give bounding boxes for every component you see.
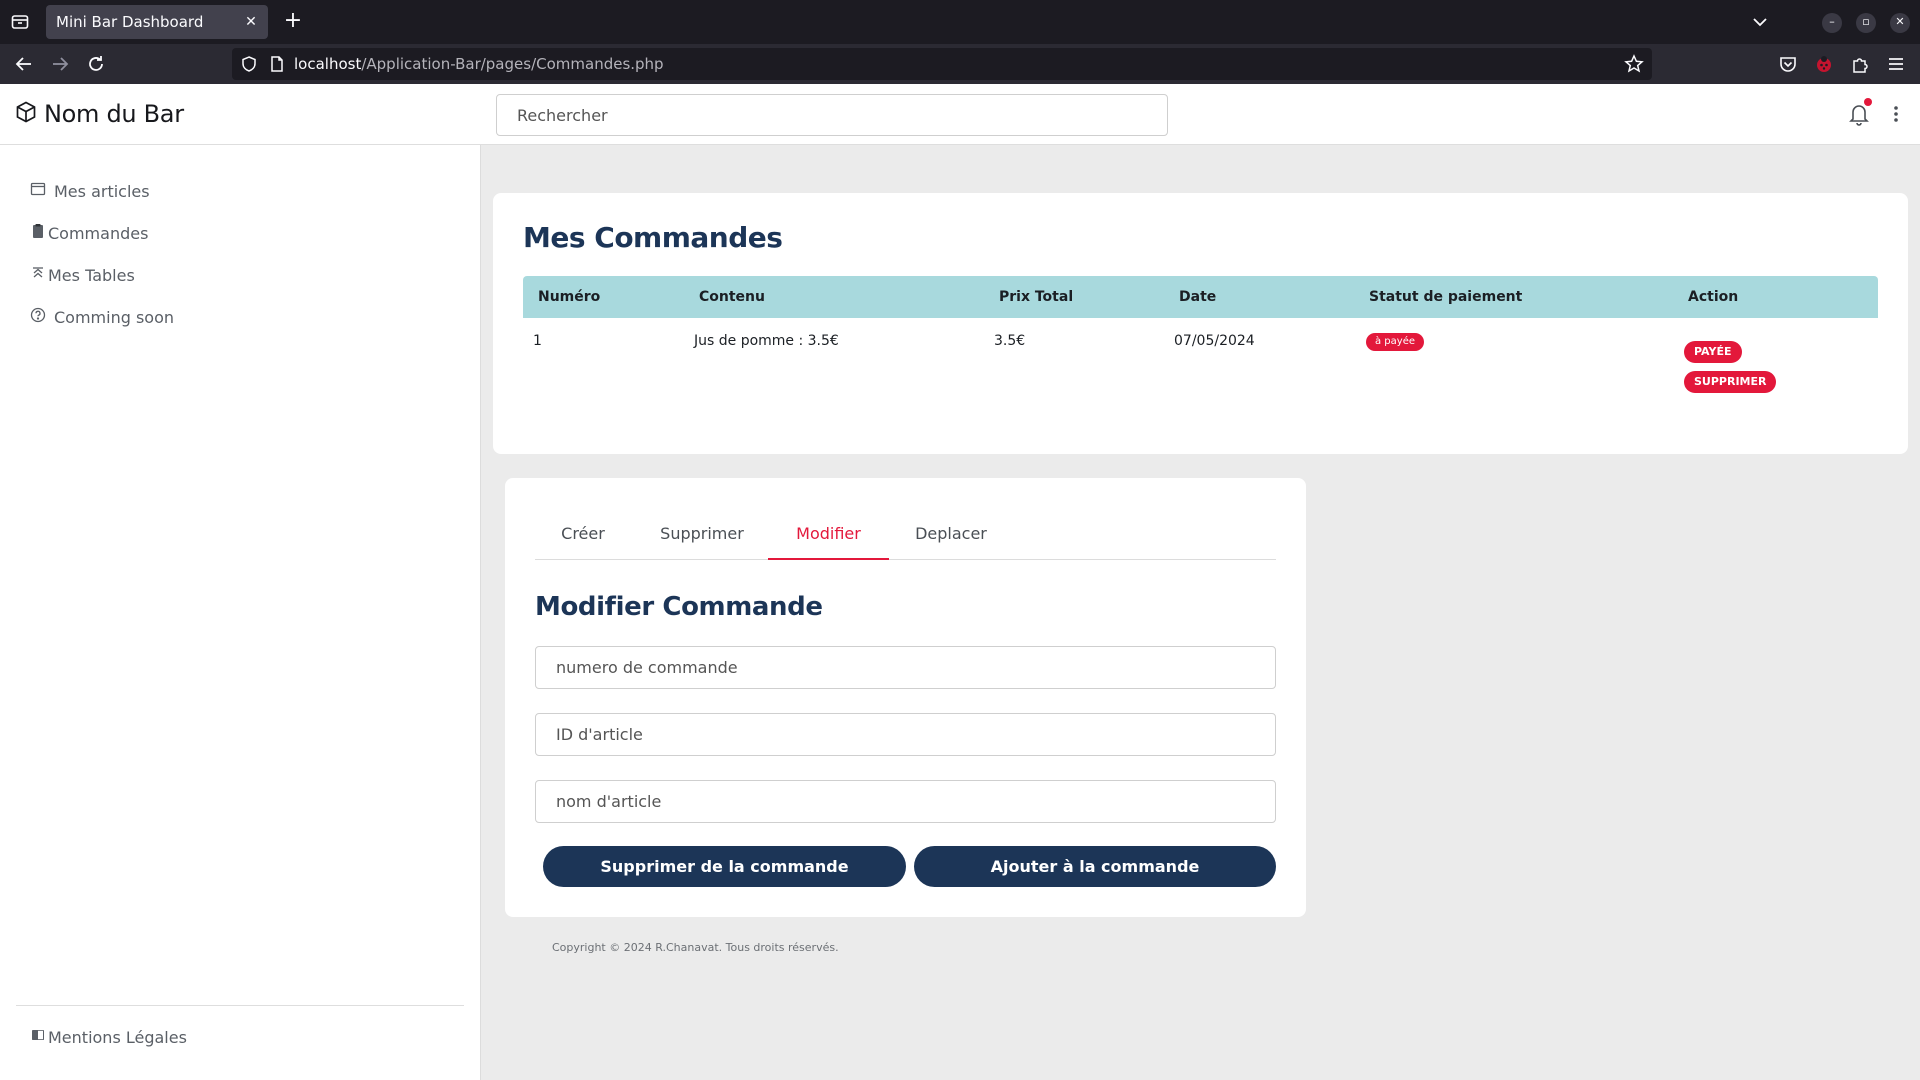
mark-paid-button[interactable]: PAYÉE xyxy=(1684,341,1742,363)
sidebar-item-mentions-legales[interactable]: Mentions Légales xyxy=(30,1024,187,1050)
order-number-field[interactable] xyxy=(535,646,1276,689)
tab-title: Mini Bar Dashboard xyxy=(56,13,204,31)
url-host: localhost xyxy=(294,55,362,73)
form-title: Modifier Commande xyxy=(535,592,823,622)
cell-contenu: Jus de pomme : 3.5€ xyxy=(694,333,839,349)
tab-overflow-chevron-icon[interactable] xyxy=(1750,12,1770,32)
extension-ladybug-icon[interactable] xyxy=(1813,53,1835,75)
chevron-double-up-icon xyxy=(30,265,46,285)
page-title: Mes Commandes xyxy=(523,221,783,254)
bookmark-star-icon[interactable] xyxy=(1624,54,1644,74)
extensions-puzzle-icon[interactable] xyxy=(1849,53,1871,75)
cell-date: 07/05/2024 xyxy=(1174,333,1255,349)
cell-numero: 1 xyxy=(533,333,542,349)
window-maximize-button[interactable]: ▫ xyxy=(1856,13,1876,33)
window-close-button[interactable]: ✕ xyxy=(1890,13,1910,33)
question-circle-icon xyxy=(30,307,46,327)
search-input[interactable] xyxy=(496,94,1168,136)
table-header: Numéro Contenu Prix Total Date Statut de… xyxy=(523,276,1878,318)
url-path: /Application-Bar/pages/Commandes.php xyxy=(361,55,664,73)
page-icon[interactable] xyxy=(268,55,286,73)
brand-name: Nom du Bar xyxy=(44,100,184,128)
sidebar-item-label: Mentions Légales xyxy=(48,1027,187,1047)
book-icon xyxy=(30,1027,46,1047)
browser-nav-bar: localhost/Application-Bar/pages/Commande… xyxy=(0,44,1920,84)
box-icon xyxy=(14,100,38,128)
hamburger-menu-icon[interactable] xyxy=(1885,53,1907,75)
more-options-icon[interactable] xyxy=(1888,102,1904,126)
pocket-icon[interactable] xyxy=(1777,53,1799,75)
status-badge: à payée xyxy=(1366,333,1425,351)
tab-list-icon[interactable] xyxy=(10,12,30,32)
edit-order-card: Créer Supprimer Modifier Deplacer Modifi… xyxy=(505,478,1306,917)
url-text[interactable]: localhost/Application-Bar/pages/Commande… xyxy=(294,48,664,80)
app-header: Nom du Bar xyxy=(0,84,1920,145)
notification-bell-icon[interactable] xyxy=(1848,98,1872,126)
tab-supprimer[interactable]: Supprimer xyxy=(642,508,762,560)
browser-tab[interactable]: Mini Bar Dashboard ✕ xyxy=(46,5,268,39)
cell-prix-total: 3.5€ xyxy=(994,333,1026,349)
sidebar-item-commandes[interactable]: Commandes xyxy=(30,220,148,246)
calendar-icon xyxy=(30,181,46,201)
sidebar-item-mes-articles[interactable]: Mes articles xyxy=(30,178,150,204)
window-minimize-button[interactable]: – xyxy=(1822,13,1842,33)
tab-close-icon[interactable]: ✕ xyxy=(243,5,259,39)
notification-dot xyxy=(1864,98,1872,106)
copyright-text: Copyright © 2024 R.Chanavat. Tous droits… xyxy=(552,941,839,954)
sidebar: Mes articles Commandes Mes Tables Commin… xyxy=(0,145,481,1080)
tab-creer[interactable]: Créer xyxy=(535,508,631,560)
new-tab-button[interactable]: + xyxy=(280,9,306,35)
column-header: Contenu xyxy=(699,289,765,305)
sidebar-divider xyxy=(16,1005,464,1006)
clipboard-icon xyxy=(30,223,46,243)
sidebar-item-label: Mes Tables xyxy=(48,265,135,285)
form-tabs: Créer Supprimer Modifier Deplacer xyxy=(535,508,1276,560)
column-header: Numéro xyxy=(538,289,601,305)
sidebar-item-label: Commandes xyxy=(48,223,149,243)
browser-tab-bar: Mini Bar Dashboard ✕ + – ▫ ✕ xyxy=(0,0,1920,44)
tab-modifier[interactable]: Modifier xyxy=(768,508,889,560)
reload-icon[interactable] xyxy=(85,53,107,75)
brand[interactable]: Nom du Bar xyxy=(14,98,184,130)
tab-deplacer[interactable]: Deplacer xyxy=(896,508,1006,560)
delete-order-button[interactable]: SUPPRIMER xyxy=(1684,371,1777,393)
article-id-field[interactable] xyxy=(535,713,1276,756)
sidebar-item-comming-soon[interactable]: Comming soon xyxy=(30,304,174,330)
column-header: Statut de paiement xyxy=(1369,289,1523,305)
sidebar-item-mes-tables[interactable]: Mes Tables xyxy=(30,262,135,288)
forward-arrow-icon[interactable] xyxy=(49,53,71,75)
orders-card: Mes Commandes Numéro Contenu Prix Total … xyxy=(493,193,1908,454)
sidebar-item-label: Mes articles xyxy=(54,181,150,201)
column-header: Date xyxy=(1179,289,1217,305)
article-name-field[interactable] xyxy=(535,780,1276,823)
back-arrow-icon[interactable] xyxy=(13,53,35,75)
add-to-order-button[interactable]: Ajouter à la commande xyxy=(914,846,1276,887)
shield-icon[interactable] xyxy=(240,55,258,73)
remove-from-order-button[interactable]: Supprimer de la commande xyxy=(543,846,906,887)
url-bar[interactable]: localhost/Application-Bar/pages/Commande… xyxy=(232,48,1652,80)
sidebar-item-label: Comming soon xyxy=(54,307,175,327)
column-header: Action xyxy=(1688,289,1739,305)
column-header: Prix Total xyxy=(999,289,1074,305)
